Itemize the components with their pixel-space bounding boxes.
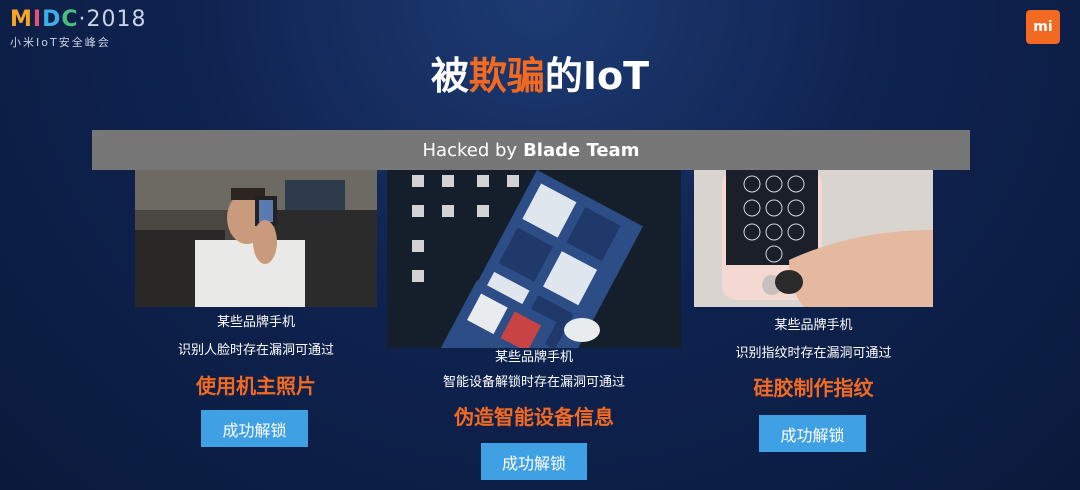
card1-method: 使用机主照片	[196, 374, 316, 398]
logo-title: MIDC·2018	[10, 7, 147, 32]
hacked-by-banner: Hacked by Blade Team	[92, 130, 970, 170]
fingerprint-unlock-photo	[694, 170, 933, 307]
card3-unlock-button[interactable]: 成功解锁	[759, 415, 866, 452]
logo-subtitle: 小米IoT安全峰会	[10, 36, 111, 49]
card2-line2: 智能设备解锁时存在漏洞可通过	[442, 375, 625, 390]
card2-line1: 某些品牌手机	[494, 350, 573, 365]
face-unlock-photo	[135, 170, 377, 307]
card3-line1: 某些品牌手机	[774, 318, 853, 333]
title-highlight: 欺骗	[468, 54, 545, 98]
mi-logo-icon: mi	[1026, 10, 1060, 44]
midc-logo: MIDC·2018 小米IoT安全峰会	[10, 8, 147, 50]
smart-device-screenshot	[387, 170, 681, 348]
card1-line2: 识别人脸时存在漏洞可通过	[177, 343, 334, 358]
card2-method: 伪造智能设备信息	[454, 405, 614, 429]
slide-title: 被欺骗的IoT	[430, 54, 650, 98]
card1-line1: 某些品牌手机	[216, 315, 295, 330]
card3-line2: 识别指纹时存在漏洞可通过	[735, 346, 892, 361]
card2-unlock-button[interactable]: 成功解锁	[481, 443, 587, 480]
card3-method: 硅胶制作指纹	[753, 376, 874, 400]
card1-unlock-button[interactable]: 成功解锁	[201, 410, 308, 447]
